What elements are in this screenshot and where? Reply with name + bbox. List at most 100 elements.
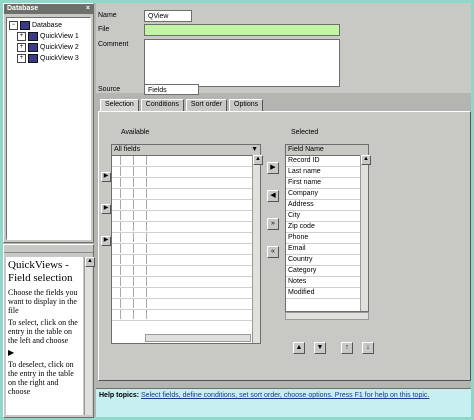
scroll-up-icon[interactable]: ▲ [85, 257, 95, 267]
table-row[interactable] [112, 255, 260, 266]
tree-item-label: QuickView 2 [40, 44, 79, 51]
expand-icon[interactable]: + [17, 43, 26, 52]
name-label: Name [98, 12, 117, 19]
close-icon[interactable]: × [86, 4, 93, 14]
move-bottom-button[interactable]: ↓ [362, 342, 374, 354]
tab-sort-order[interactable]: Sort order [185, 99, 227, 111]
table-row[interactable] [112, 233, 260, 244]
list-item[interactable]: Category [286, 266, 368, 277]
selected-scrollbar[interactable]: ▲ [360, 155, 371, 311]
arrow-right-icon: ▶ [8, 348, 15, 357]
table-cell [112, 266, 121, 275]
list-item[interactable]: Address [286, 200, 368, 211]
help-panel: QuickViews - Field selection Choose the … [3, 244, 95, 418]
table-cell [121, 288, 134, 297]
table-row[interactable] [112, 266, 260, 277]
add-all-button[interactable]: » [267, 218, 279, 230]
file-field[interactable] [144, 24, 340, 36]
order-buttons: ▲ ▼ ↑ ↓ [293, 342, 374, 354]
move-down-button[interactable]: ▼ [314, 342, 326, 354]
move-up-button[interactable]: ▲ [293, 342, 305, 354]
table-row[interactable] [112, 200, 260, 211]
name-field[interactable]: QView [144, 10, 192, 22]
tree-item[interactable]: + QuickView 1 [9, 31, 88, 42]
table-cell [121, 299, 134, 308]
scroll-up-icon[interactable]: ▲ [361, 155, 371, 165]
help-paragraph: To select, click on the entry in the tab… [8, 318, 78, 345]
table-cell [112, 222, 121, 231]
list-item[interactable]: Modified [286, 288, 368, 299]
list-item[interactable]: Last name [286, 167, 368, 178]
table-cell [121, 244, 134, 253]
help-scrollbar[interactable]: ▲ [84, 257, 95, 415]
tree-item[interactable]: + QuickView 2 [9, 42, 88, 53]
comment-field[interactable] [144, 39, 340, 87]
collapse-icon[interactable]: − [9, 21, 18, 30]
table-cell [121, 211, 134, 220]
list-item[interactable]: Zip code [286, 222, 368, 233]
table-icon [28, 54, 38, 63]
tab-conditions[interactable]: Conditions [140, 99, 184, 111]
tab-selection[interactable]: Selection [100, 99, 139, 111]
move-top-button[interactable]: ↑ [341, 342, 353, 354]
table-row[interactable] [112, 211, 260, 222]
available-list[interactable]: All fields ▼ ▲ [111, 144, 263, 344]
table-row[interactable] [112, 222, 260, 233]
table-row[interactable] [112, 178, 260, 189]
database-icon [20, 21, 30, 30]
table-row[interactable] [112, 310, 260, 321]
add-field-button[interactable]: ▶ [267, 162, 279, 174]
table-cell [134, 233, 147, 242]
available-scrollbar[interactable]: ▲ [252, 155, 263, 343]
table-row[interactable] [112, 189, 260, 200]
list-item[interactable]: Notes [286, 277, 368, 288]
list-item[interactable]: City [286, 211, 368, 222]
available-dropdown[interactable]: All fields ▼ [112, 145, 260, 156]
table-cell [121, 266, 134, 275]
remove-all-button[interactable]: « [267, 246, 279, 258]
expand-icon[interactable]: + [17, 32, 26, 41]
status-label: Help topics: [99, 392, 140, 399]
tab-content: Available All fields ▼ ▲ ▶ ▶ ▶ ▶ ◀ » « S… [98, 111, 471, 381]
list-item[interactable]: Country [286, 255, 368, 266]
selected-list[interactable]: Field Name Record ID Last name First name C… [285, 144, 371, 312]
table-cell [121, 255, 134, 264]
table-cell [134, 211, 147, 220]
table-row[interactable] [112, 167, 260, 178]
tree-root[interactable]: − Database [9, 20, 88, 31]
table-cell [112, 167, 121, 176]
selected-hscrollbar[interactable] [285, 312, 369, 320]
table-row[interactable] [112, 156, 260, 167]
table-cell [121, 178, 134, 187]
tree-item[interactable]: + QuickView 3 [9, 53, 88, 64]
expand-icon[interactable]: + [17, 54, 26, 63]
table-cell [121, 277, 134, 286]
table-cell [134, 310, 147, 319]
available-hscrollbar[interactable] [145, 334, 251, 342]
explorer-tree[interactable]: − Database + QuickView 1 + QuickView 2 +… [6, 17, 91, 240]
table-row[interactable] [112, 277, 260, 288]
arrow-right-icon[interactable]: ▶ [101, 172, 111, 182]
list-item[interactable]: First name [286, 178, 368, 189]
table-cell [112, 178, 121, 187]
comment-label: Comment [98, 41, 129, 48]
table-row[interactable] [112, 288, 260, 299]
list-item[interactable]: Phone [286, 233, 368, 244]
available-rows[interactable] [112, 156, 260, 321]
remove-field-button[interactable]: ◀ [267, 190, 279, 202]
source-field[interactable]: Fields [144, 84, 199, 95]
list-item[interactable]: Record ID [286, 156, 368, 167]
status-text: Select fields, define conditions, set so… [141, 392, 430, 399]
selected-rows[interactable]: Record ID Last name First name Company Addre… [286, 156, 368, 299]
table-cell [134, 266, 147, 275]
tab-options[interactable]: Options [229, 99, 264, 111]
scroll-up-icon[interactable]: ▲ [253, 155, 263, 165]
arrow-right-icon[interactable]: ▶ [101, 204, 111, 214]
table-row[interactable] [112, 299, 260, 310]
chevron-down-icon[interactable]: ▼ [251, 145, 260, 155]
list-item[interactable]: Company [286, 189, 368, 200]
status-bar: Help topics: Select fields, define condi… [96, 388, 471, 417]
list-item[interactable]: Email [286, 244, 368, 255]
table-row[interactable] [112, 244, 260, 255]
arrow-right-icon[interactable]: ▶ [101, 236, 111, 246]
